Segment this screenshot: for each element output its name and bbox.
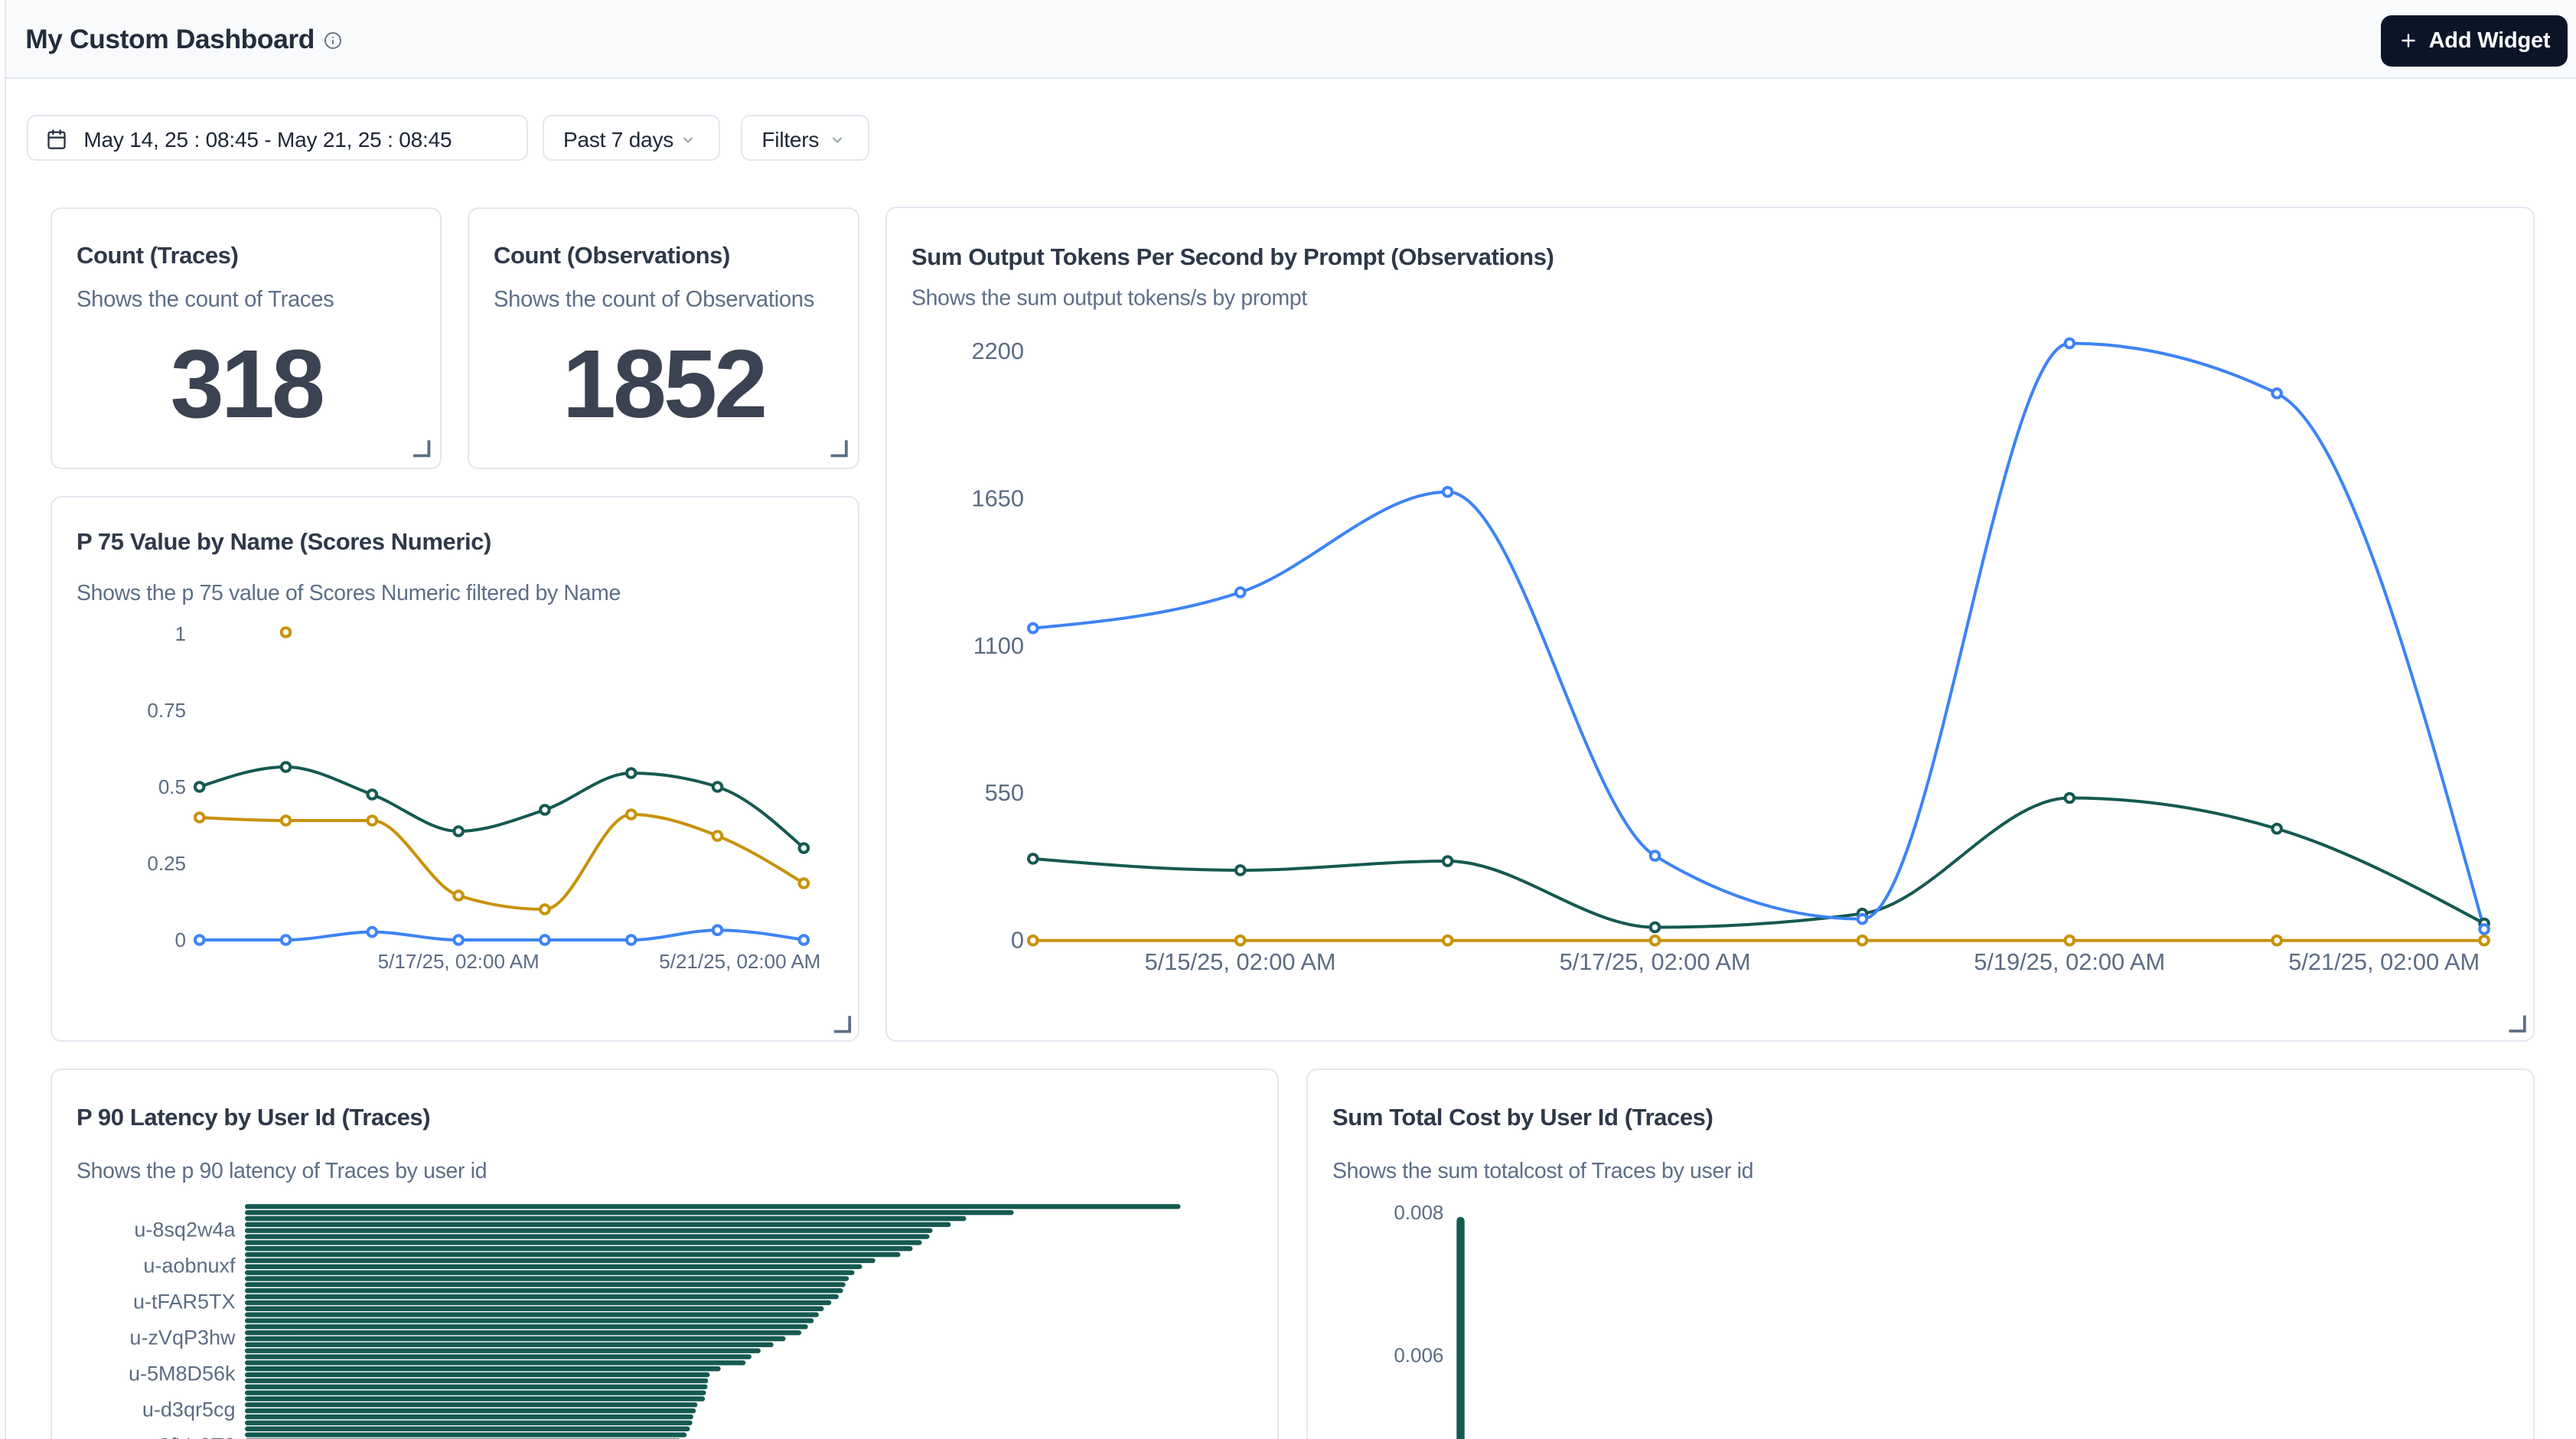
svg-text:0.25: 0.25 bbox=[147, 851, 186, 874]
svg-text:0.008: 0.008 bbox=[1394, 1201, 1443, 1224]
svg-text:Shows the p 75 value of Scores: Shows the p 75 value of Scores Numeric f… bbox=[77, 581, 621, 605]
svg-text:318: 318 bbox=[170, 330, 322, 438]
svg-text:0.5: 0.5 bbox=[158, 775, 185, 798]
svg-text:u-tFAR5TX: u-tFAR5TX bbox=[132, 1290, 235, 1313]
svg-text:0: 0 bbox=[1011, 927, 1024, 954]
svg-text:Count (Observations): Count (Observations) bbox=[494, 241, 730, 268]
svg-text:5/19/25, 02:00 AM: 5/19/25, 02:00 AM bbox=[1974, 948, 2165, 975]
svg-text:5/17/25, 02:00 AM: 5/17/25, 02:00 AM bbox=[1560, 948, 1751, 975]
svg-text:550: 550 bbox=[985, 779, 1024, 806]
svg-text:P 90 Latency by User Id (Trace: P 90 Latency by User Id (Traces) bbox=[77, 1103, 430, 1130]
svg-text:1650: 1650 bbox=[971, 485, 1024, 511]
svg-text:2200: 2200 bbox=[971, 338, 1024, 364]
svg-text:Count (Traces): Count (Traces) bbox=[77, 241, 238, 268]
svg-text:Sum Output Tokens Per Second b: Sum Output Tokens Per Second by Prompt (… bbox=[911, 243, 1554, 270]
svg-text:1100: 1100 bbox=[973, 632, 1024, 659]
svg-text:u-8fVa9T3: u-8fVa9T3 bbox=[140, 1434, 235, 1439]
svg-text:5/21/25, 02:00 AM: 5/21/25, 02:00 AM bbox=[2288, 948, 2480, 975]
svg-text:5/21/25, 02:00 AM: 5/21/25, 02:00 AM bbox=[659, 950, 820, 973]
svg-text:1: 1 bbox=[174, 622, 185, 644]
svg-text:u-aobnuxf: u-aobnuxf bbox=[143, 1254, 236, 1277]
svg-text:5/17/25, 02:00 AM: 5/17/25, 02:00 AM bbox=[377, 950, 539, 973]
svg-text:1852: 1852 bbox=[562, 330, 765, 438]
svg-text:Shows the p 90 latency of Trac: Shows the p 90 latency of Traces by user… bbox=[77, 1159, 487, 1183]
svg-text:Shows the count of Traces: Shows the count of Traces bbox=[77, 287, 334, 312]
svg-text:u-8sq2w4a: u-8sq2w4a bbox=[134, 1218, 236, 1241]
svg-text:u-5M8D56k: u-5M8D56k bbox=[128, 1362, 235, 1385]
svg-text:Shows the count of Observation: Shows the count of Observations bbox=[494, 287, 814, 312]
svg-text:Sum Total Cost by User Id (Tra: Sum Total Cost by User Id (Traces) bbox=[1332, 1103, 1713, 1130]
svg-text:0.75: 0.75 bbox=[147, 698, 186, 721]
svg-text:5/15/25, 02:00 AM: 5/15/25, 02:00 AM bbox=[1145, 948, 1336, 975]
svg-text:Shows the sum totalcost of Tra: Shows the sum totalcost of Traces by use… bbox=[1332, 1159, 1753, 1183]
svg-text:u-d3qr5cg: u-d3qr5cg bbox=[142, 1398, 235, 1421]
svg-text:P 75 Value by Name (Scores Num: P 75 Value by Name (Scores Numeric) bbox=[77, 528, 491, 555]
svg-text:0: 0 bbox=[174, 928, 185, 951]
svg-text:0.006: 0.006 bbox=[1394, 1343, 1443, 1366]
svg-text:u-zVqP3hw: u-zVqP3hw bbox=[129, 1326, 236, 1349]
svg-text:Shows the sum output tokens/s: Shows the sum output tokens/s by prompt bbox=[911, 286, 1307, 310]
